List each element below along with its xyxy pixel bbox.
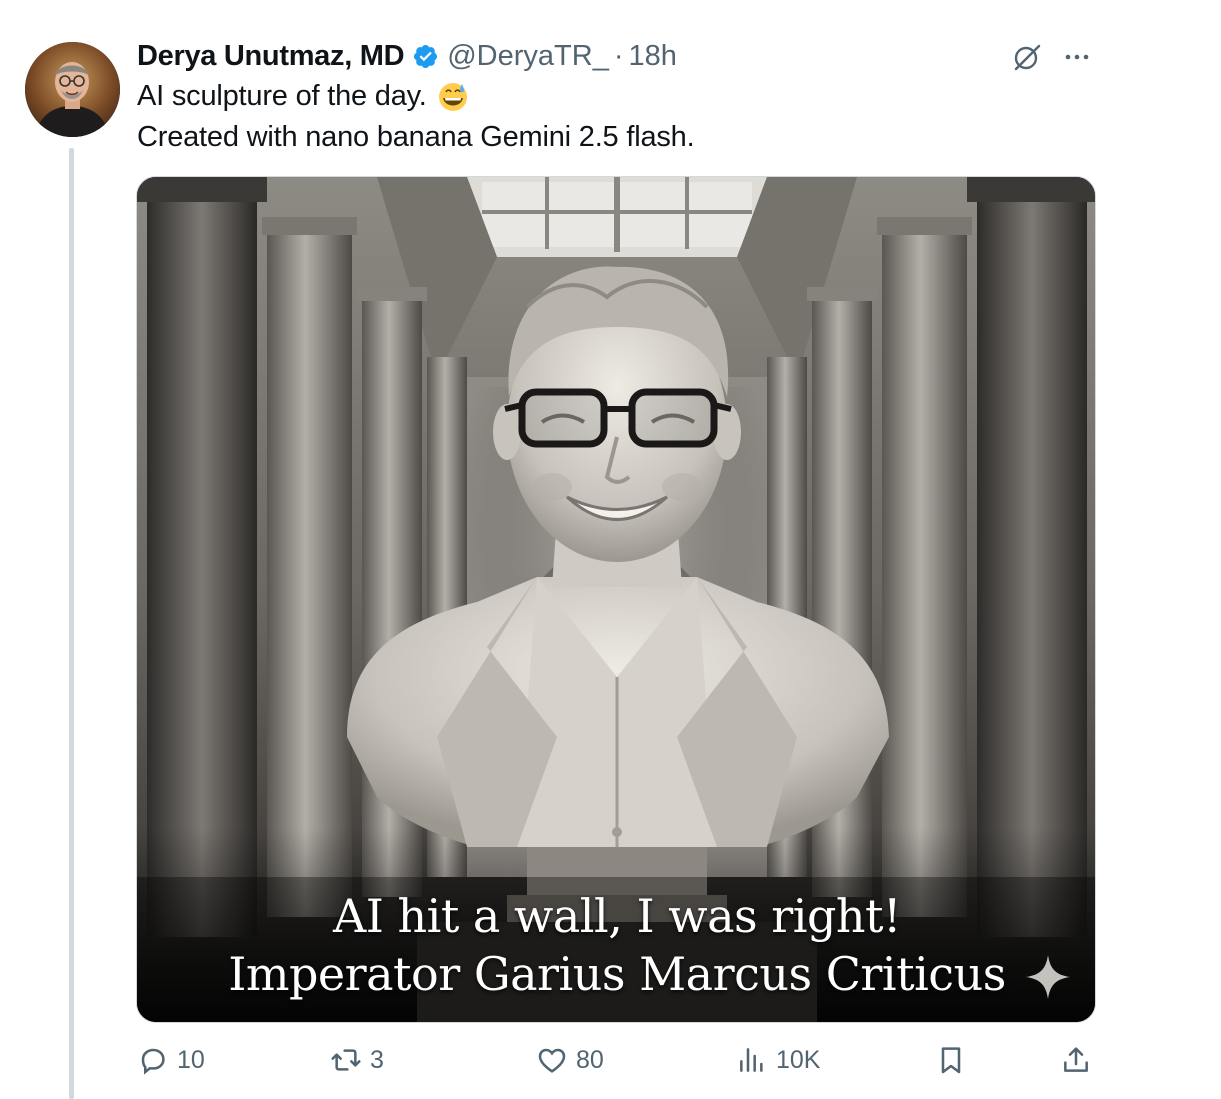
sparkle-icon (1026, 955, 1070, 999)
avatar[interactable] (25, 42, 120, 137)
tweet: Derya Unutmaz, MD @DeryaTR_ · 18h AI scu… (0, 0, 1221, 1099)
avatar-image (25, 42, 120, 137)
like-count: 80 (576, 1045, 604, 1074)
verified-badge-icon[interactable] (412, 43, 439, 70)
tweet-actions: 10 3 80 10K (0, 1040, 1221, 1080)
tweet-image[interactable]: AI hit a wall, I was right! Imperator Ga… (136, 176, 1096, 1023)
views-count: 10K (776, 1045, 821, 1074)
reply-icon (141, 1048, 165, 1075)
tweet-header: Derya Unutmaz, MD @DeryaTR_ · 18h (137, 36, 677, 76)
bookmark-button[interactable] (935, 1040, 975, 1080)
share-icon (1064, 1047, 1088, 1072)
tweet-text-line-1: AI sculpture of the day. (137, 80, 469, 113)
share-button[interactable] (1060, 1040, 1100, 1080)
display-name[interactable]: Derya Unutmaz, MD (137, 40, 405, 73)
separator: · (613, 39, 624, 72)
views-icon (740, 1048, 763, 1072)
timestamp[interactable]: 18h (629, 40, 677, 73)
more-options-icon[interactable] (1060, 40, 1094, 74)
handle[interactable]: @DeryaTR_ (447, 40, 609, 73)
image-caption-line-2: Imperator Garius Marcus Criticus (228, 947, 1006, 1001)
reply-count: 10 (177, 1045, 205, 1074)
heart-icon (538, 1048, 566, 1073)
grinning-face-with-sweat-icon (438, 82, 467, 111)
like-button[interactable]: 80 (536, 1040, 604, 1080)
tweet-text-line-2: Created with nano banana Gemini 2.5 flas… (137, 121, 695, 153)
repost-icon (331, 1049, 361, 1071)
repost-button[interactable]: 3 (330, 1040, 384, 1080)
repost-count: 3 (370, 1045, 384, 1074)
bookmark-icon (941, 1047, 961, 1074)
reply-button[interactable]: 10 (137, 1040, 205, 1080)
tweet-text: AI sculpture of the day. (137, 80, 427, 112)
views-button[interactable]: 10K (736, 1040, 820, 1080)
thread-line (69, 148, 74, 1099)
grok-icon[interactable] (1010, 40, 1044, 74)
image-caption-line-1: AI hit a wall, I was right! (332, 889, 902, 943)
